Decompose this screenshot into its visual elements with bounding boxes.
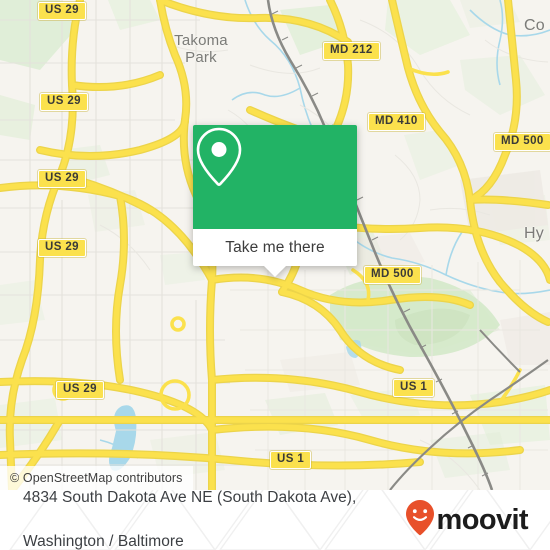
map-screenshot: .rd { stroke:#fbe14d; fill:none; stroke-… [0, 0, 550, 550]
shield-md-500-south[interactable]: MD 500 [364, 266, 421, 284]
osm-attribution[interactable]: © OpenStreetMap contributors [0, 466, 193, 490]
shield-us-1-south[interactable]: US 1 [270, 451, 312, 469]
shield-us-29-lower[interactable]: US 29 [38, 239, 86, 257]
location-marker-card[interactable]: Take me there [193, 125, 357, 277]
moovit-logo[interactable]: moovit [405, 499, 536, 542]
marker-card-tail [264, 266, 286, 277]
shield-md-500-east[interactable]: MD 500 [494, 133, 550, 151]
shield-us-29-west[interactable]: US 29 [40, 93, 88, 111]
take-me-there-label: Take me there [225, 238, 325, 256]
shield-us-29-north[interactable]: US 29 [38, 2, 86, 20]
address-line-2: Washington / Baltimore [23, 533, 184, 550]
shield-us-29-south[interactable]: US 29 [56, 381, 104, 399]
shield-md-410[interactable]: MD 410 [368, 113, 425, 131]
shield-us-1-east[interactable]: US 1 [393, 379, 435, 397]
address-line-1: 4834 South Dakota Ave NE (South Dakota A… [23, 490, 357, 506]
moovit-wordmark: moovit [436, 503, 529, 536]
shield-us-29-mid[interactable]: US 29 [38, 170, 86, 188]
location-address: 4834 South Dakota Ave NE (South Dakota A… [23, 490, 405, 550]
footer-bar: 4834 South Dakota Ave NE (South Dakota A… [0, 490, 550, 550]
map-canvas[interactable]: .rd { stroke:#fbe14d; fill:none; stroke-… [0, 0, 550, 490]
marker-card-body[interactable]: Take me there [193, 229, 357, 277]
marker-card-header [193, 125, 357, 229]
shield-md-212[interactable]: MD 212 [323, 42, 380, 60]
moovit-pin-icon [405, 499, 435, 542]
